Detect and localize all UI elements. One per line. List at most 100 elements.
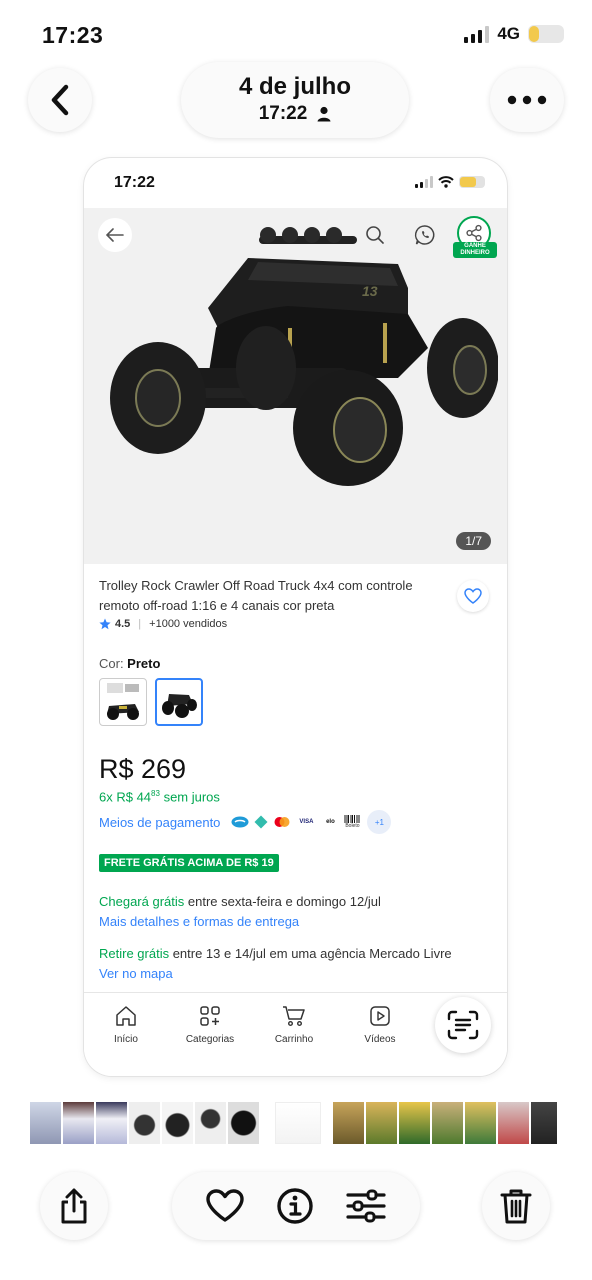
heart-icon[interactable]: [206, 1189, 244, 1223]
signal-icon: [464, 25, 490, 43]
payment-methods-link[interactable]: Meios de pagamento: [99, 815, 220, 830]
image-counter: 1/7: [456, 532, 491, 550]
delivery-highlight: Chegará grátis: [99, 894, 185, 910]
back-button[interactable]: [28, 68, 92, 132]
network-type: 4G: [497, 24, 520, 43]
delete-button[interactable]: [482, 1172, 550, 1240]
filmstrip-thumbnail[interactable]: [465, 1102, 496, 1144]
info-icon[interactable]: [276, 1187, 314, 1225]
elo-icon: elo: [326, 819, 335, 826]
variant-thumbnail: [107, 683, 139, 720]
product-title: Trolley Rock Crawler Off Road Truck 4x4 …: [99, 578, 413, 613]
filmstrip-thumbnail[interactable]: [399, 1102, 430, 1144]
product-image: 13: [110, 227, 498, 486]
inner-status-icons: [415, 176, 485, 188]
nav-videos[interactable]: Vídeos: [345, 1003, 415, 1045]
share-icon: [61, 1188, 87, 1224]
signal-icon: [415, 176, 433, 188]
app-bottom-nav: Início Categorias Carrinho Vídeos: [84, 992, 507, 1076]
payment-methods-row[interactable]: Meios de pagamento VISA elo Boleto +1: [99, 810, 489, 835]
cart-icon: [283, 1006, 305, 1027]
status-bar: 17:23 4G: [0, 0, 592, 70]
color-label: Cor:: [99, 656, 128, 671]
filmstrip-thumbnail[interactable]: [333, 1102, 364, 1144]
screenshot-preview[interactable]: 17:22 GANHE DINHEIRO 13 1/7 Trolley Rock…: [84, 158, 507, 1076]
photo-time-row: 17:22: [181, 103, 409, 125]
color-options: [99, 678, 489, 726]
visa-icon: VISA: [299, 819, 314, 826]
color-option-2[interactable]: [155, 678, 203, 726]
photo-actions-group: [172, 1172, 420, 1240]
status-time: 17:23: [42, 22, 104, 48]
battery-icon: [528, 25, 564, 43]
rating-value: 4.5: [115, 618, 131, 630]
svg-text:13: 13: [362, 283, 378, 299]
filmstrip-thumbnail[interactable]: [30, 1102, 61, 1144]
nav-videos-label: Vídeos: [364, 1034, 396, 1045]
map-link[interactable]: Ver no mapa: [99, 964, 489, 984]
grid-icon: [200, 1006, 220, 1026]
filmstrip-thumbnail[interactable]: [96, 1102, 127, 1144]
filmstrip-thumbnail[interactable]: [432, 1102, 463, 1144]
nav-categories[interactable]: Categorias: [175, 1003, 245, 1045]
filmstrip-thumbnail[interactable]: [531, 1102, 557, 1144]
boleto-label: Boleto: [345, 823, 360, 830]
filmstrip-thumbnail[interactable]: [498, 1102, 529, 1144]
star-icon: [99, 618, 111, 630]
product-gallery[interactable]: GANHE DINHEIRO 13 1/7: [84, 208, 507, 564]
product-details: Trolley Rock Crawler Off Road Truck 4x4 …: [99, 576, 489, 984]
status-icons: 4G: [464, 24, 564, 44]
heart-icon: [464, 588, 482, 604]
filmstrip-thumbnail[interactable]: [275, 1102, 321, 1144]
favorite-button[interactable]: [457, 580, 489, 612]
barcode-icon: [344, 815, 360, 824]
chevron-left-icon: [51, 84, 69, 116]
nav-cart-label: Carrinho: [274, 1034, 314, 1045]
trash-icon: [500, 1189, 532, 1224]
battery-icon: [459, 176, 485, 188]
nav-categories-label: Categorias: [185, 1034, 235, 1045]
more-payment-methods[interactable]: +1: [367, 810, 392, 835]
photo-time: 17:22: [258, 103, 308, 124]
pickup-highlight: Retire grátis: [99, 946, 170, 962]
installments: 6x R$ 4483 sem juros: [99, 789, 220, 805]
delivery-details-link[interactable]: Mais detalhes e formas de entrega: [99, 912, 489, 932]
product-price: R$ 269: [99, 754, 187, 784]
nav-cart[interactable]: Carrinho: [259, 1003, 329, 1045]
filmstrip-thumbnail[interactable]: [228, 1102, 259, 1144]
boleto-icon: Boleto: [344, 815, 360, 829]
ellipsis-icon: [507, 95, 547, 105]
rating-row[interactable]: 4.5 | +1000 vendidos: [99, 618, 489, 630]
adjust-icon[interactable]: [346, 1189, 386, 1223]
person-icon: [317, 106, 331, 122]
play-icon: [370, 1006, 390, 1026]
photo-date-header: 4 de julho 17:22: [181, 62, 409, 138]
mercado-pago-icon: [231, 816, 249, 828]
inner-status-time: 17:22: [114, 174, 155, 191]
photo-filmstrip[interactable]: [30, 1100, 570, 1146]
color-option-1[interactable]: [99, 678, 147, 726]
share-button[interactable]: [40, 1172, 108, 1240]
pickup-text: entre 13 e 14/jul em uma agência Mercado…: [169, 946, 452, 962]
inner-status-bar: 17:22: [84, 158, 507, 208]
color-label-row: Cor: Preto: [99, 656, 489, 671]
filmstrip-thumbnail[interactable]: [195, 1102, 226, 1144]
variant-thumbnail: [162, 694, 197, 718]
delivery-text: entre sexta-feira e domingo 12/jul: [184, 894, 381, 910]
more-options-button[interactable]: [490, 68, 564, 132]
pix-icon: [254, 815, 268, 829]
filmstrip-thumbnail[interactable]: [129, 1102, 160, 1144]
home-icon: [116, 1006, 136, 1026]
filmstrip-thumbnail[interactable]: [63, 1102, 94, 1144]
nav-home-label: Início: [114, 1034, 138, 1045]
photo-date: 4 de julho: [238, 73, 351, 100]
filmstrip-thumbnail[interactable]: [366, 1102, 397, 1144]
pickup-info: Retire grátis entre 13 e 14/jul em uma a…: [99, 944, 489, 984]
nav-home[interactable]: Início: [91, 1003, 161, 1045]
mastercard-icon: [274, 817, 290, 828]
sold-count: +1000 vendidos: [149, 618, 228, 630]
visual-lookup-button[interactable]: [435, 997, 491, 1053]
delivery-info: Chegará grátis entre sexta-feira e domin…: [99, 892, 489, 932]
filmstrip-thumbnail[interactable]: [162, 1102, 193, 1144]
free-shipping-badge: FRETE GRÁTIS ACIMA DE R$ 19: [99, 854, 279, 873]
